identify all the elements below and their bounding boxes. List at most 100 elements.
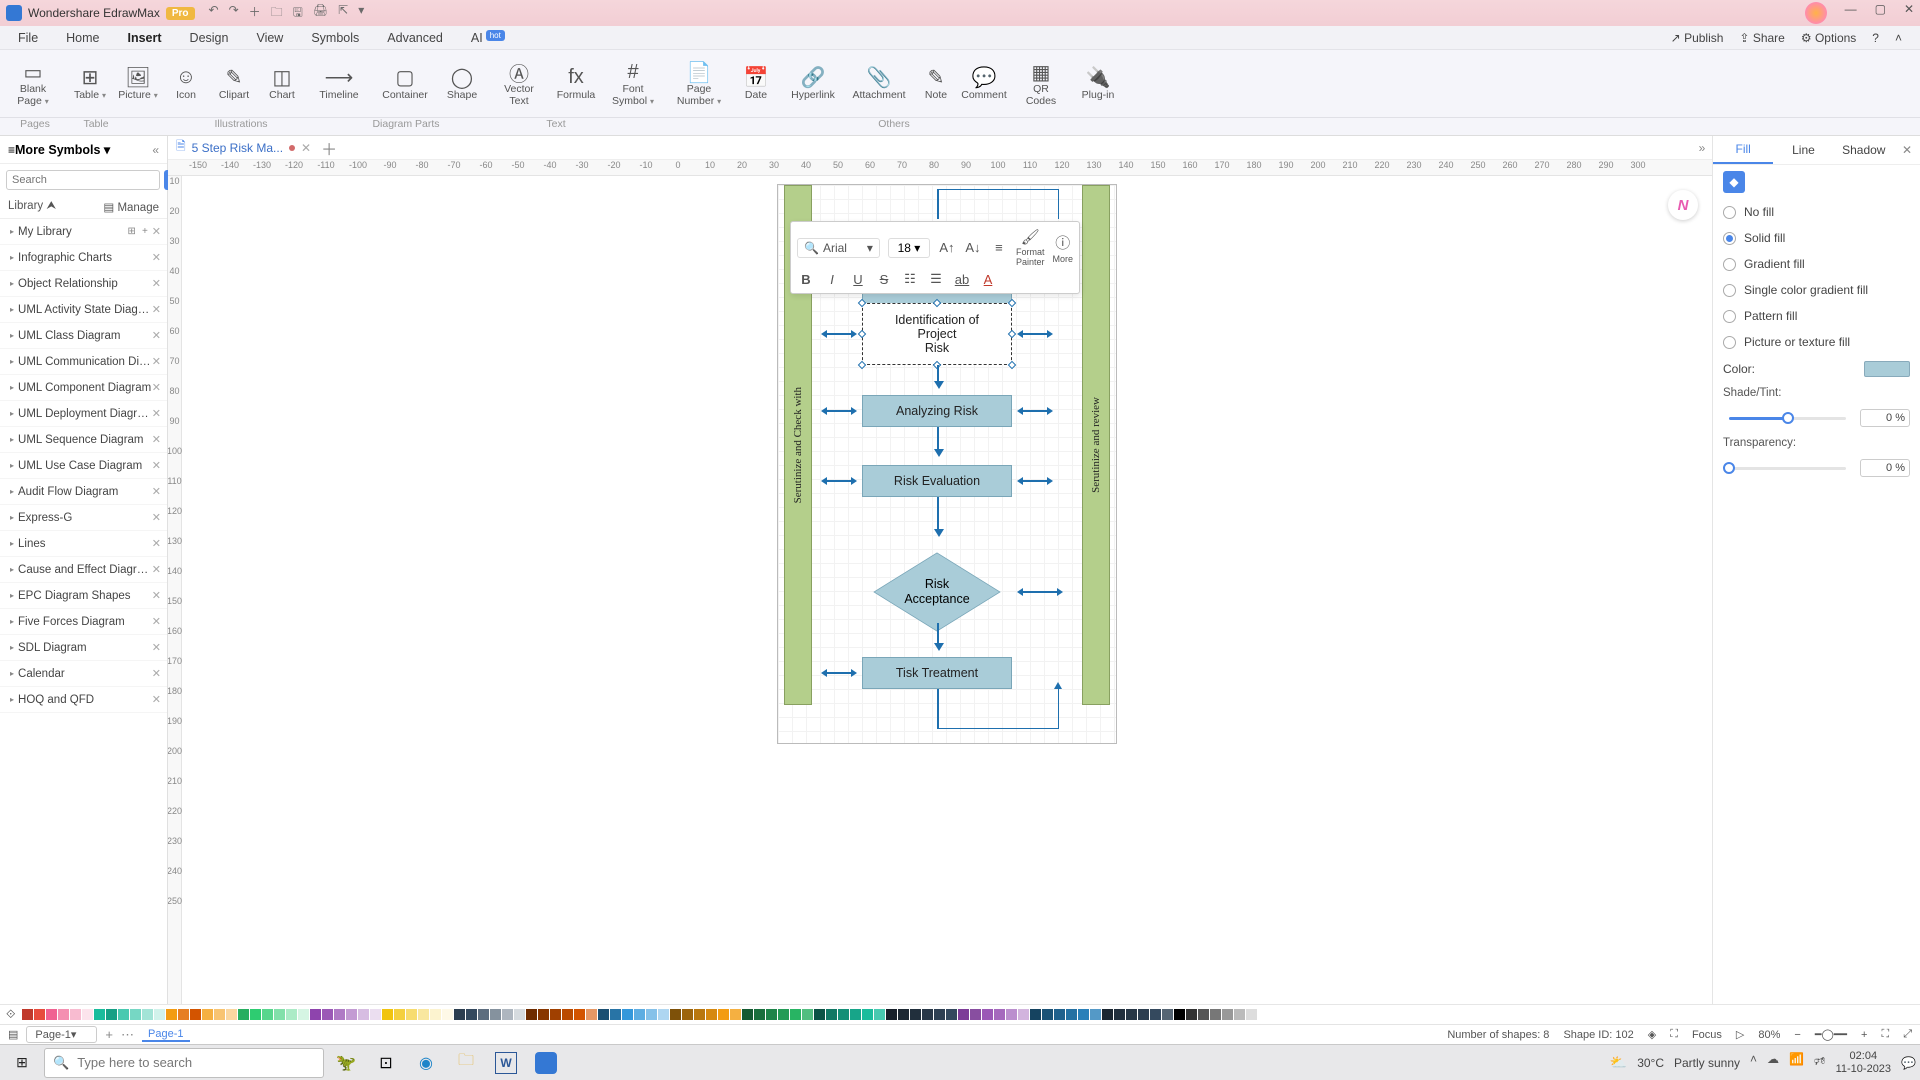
task-view-icon[interactable]: ⊡ xyxy=(368,1048,404,1078)
palette-swatch[interactable] xyxy=(526,1009,537,1020)
palette-swatch[interactable] xyxy=(106,1009,117,1020)
system-tray[interactable]: ˄ ☁ 📶 🕫 xyxy=(1750,1052,1826,1073)
redo-icon[interactable]: ↷ xyxy=(229,3,239,24)
palette-swatch[interactable] xyxy=(502,1009,513,1020)
palette-swatch[interactable] xyxy=(802,1009,813,1020)
symbol-category-row[interactable]: ▸SDL Diagram✕ xyxy=(0,635,167,661)
share-button[interactable]: ⇪ Share xyxy=(1739,31,1784,45)
category-close-icon[interactable]: ✕ xyxy=(152,511,161,524)
palette-swatch[interactable] xyxy=(934,1009,945,1020)
doc-tab-close-icon[interactable]: ✕ xyxy=(301,141,311,155)
menu-file[interactable]: File xyxy=(18,31,38,45)
palette-swatch[interactable] xyxy=(310,1009,321,1020)
palette-swatch[interactable] xyxy=(754,1009,765,1020)
palette-swatch[interactable] xyxy=(154,1009,165,1020)
palette-swatch[interactable] xyxy=(70,1009,81,1020)
ai-badge[interactable]: N xyxy=(1668,190,1698,220)
palette-swatch[interactable] xyxy=(514,1009,525,1020)
flow-box-evaluation[interactable]: Risk Evaluation xyxy=(862,465,1012,497)
palette-swatch[interactable] xyxy=(1006,1009,1017,1020)
fill-option-single-gradient[interactable]: Single color gradient fill xyxy=(1713,277,1920,303)
fit-page-icon[interactable]: ⛶ xyxy=(1881,1028,1889,1041)
palette-swatch[interactable] xyxy=(250,1009,261,1020)
palette-swatch[interactable] xyxy=(994,1009,1005,1020)
symbol-category-row[interactable]: ▸Express-G✕ xyxy=(0,505,167,531)
palette-swatch[interactable] xyxy=(262,1009,273,1020)
symbol-category-row[interactable]: ▸Cause and Effect Diagram✕ xyxy=(0,557,167,583)
format-painter-button[interactable]: 🖌Format Painter xyxy=(1016,228,1045,267)
palette-swatch[interactable] xyxy=(34,1009,45,1020)
publish-button[interactable]: ↗ Publish xyxy=(1671,31,1724,45)
font-size-select[interactable]: 18 ▾ xyxy=(888,238,930,258)
fit-icon[interactable]: ⛶ xyxy=(1670,1028,1678,1041)
menu-symbols[interactable]: Symbols xyxy=(311,31,359,45)
category-close-icon[interactable]: ✕ xyxy=(152,641,161,654)
mylib-add-icon[interactable]: + xyxy=(142,226,148,237)
symbol-category-row[interactable]: ▸Calendar✕ xyxy=(0,661,167,687)
notifications-icon[interactable]: 💬 xyxy=(1901,1056,1916,1070)
new-icon[interactable]: ＋ xyxy=(249,3,261,24)
transparency-slider[interactable] xyxy=(1729,467,1846,470)
palette-swatch[interactable] xyxy=(370,1009,381,1020)
symbol-category-row[interactable]: ▸Infographic Charts✕ xyxy=(0,245,167,271)
symbol-category-row[interactable]: ▸EPC Diagram Shapes✕ xyxy=(0,583,167,609)
palette-swatch[interactable] xyxy=(466,1009,477,1020)
palette-swatch[interactable] xyxy=(226,1009,237,1020)
add-page-button[interactable]: + xyxy=(105,1027,113,1042)
palette-swatch[interactable] xyxy=(766,1009,777,1020)
palette-swatch[interactable] xyxy=(274,1009,285,1020)
palette-swatch[interactable] xyxy=(730,1009,741,1020)
palette-swatch[interactable] xyxy=(718,1009,729,1020)
menu-view[interactable]: View xyxy=(256,31,283,45)
ribbon-hyperlink[interactable]: 🔗Hyperlink xyxy=(780,50,846,117)
palette-swatch[interactable] xyxy=(1234,1009,1245,1020)
collapse-ribbon-icon[interactable]: ˄ xyxy=(1895,31,1902,45)
palette-swatch[interactable] xyxy=(1078,1009,1089,1020)
fill-option-gradient[interactable]: Gradient fill xyxy=(1713,251,1920,277)
right-column[interactable]: Serutinize and review xyxy=(1082,185,1110,705)
underline-icon[interactable]: U xyxy=(849,272,867,287)
word-icon[interactable]: W xyxy=(488,1048,524,1078)
tab-shadow[interactable]: Shadow xyxy=(1834,137,1894,163)
symbol-category-row[interactable]: ▸HOQ and QFD✕ xyxy=(0,687,167,713)
palette-swatch[interactable] xyxy=(1222,1009,1233,1020)
transparency-value[interactable]: 0 % xyxy=(1860,459,1910,477)
layers-icon[interactable]: ◈ xyxy=(1648,1028,1656,1041)
palette-swatch[interactable] xyxy=(862,1009,873,1020)
bullet-list-icon[interactable]: ☰ xyxy=(927,271,945,287)
bold-icon[interactable]: B xyxy=(797,272,815,287)
palette-swatch[interactable] xyxy=(454,1009,465,1020)
ribbon-clipart[interactable]: ✎Clipart xyxy=(210,50,258,117)
library-link[interactable]: Library ⮝ xyxy=(8,200,56,214)
palette-swatch[interactable] xyxy=(874,1009,885,1020)
symbol-category-row[interactable]: ▸Five Forces Diagram✕ xyxy=(0,609,167,635)
mylib-close-icon[interactable]: ✕ xyxy=(152,225,161,238)
maximize-button[interactable]: ▢ xyxy=(1875,2,1886,24)
palette-swatch[interactable] xyxy=(658,1009,669,1020)
category-close-icon[interactable]: ✕ xyxy=(152,693,161,706)
onedrive-icon[interactable]: ☁ xyxy=(1767,1052,1779,1073)
category-close-icon[interactable]: ✕ xyxy=(152,667,161,680)
category-close-icon[interactable]: ✕ xyxy=(152,381,161,394)
palette-swatch[interactable] xyxy=(238,1009,249,1020)
edrawmax-taskbar-icon[interactable] xyxy=(528,1048,564,1078)
taskbar-thumbnail[interactable]: 🦖 xyxy=(328,1048,364,1078)
palette-swatch[interactable] xyxy=(1114,1009,1125,1020)
palette-swatch[interactable] xyxy=(646,1009,657,1020)
align-icon[interactable]: ≡ xyxy=(990,240,1008,255)
menu-design[interactable]: Design xyxy=(190,31,229,45)
palette-swatch[interactable] xyxy=(118,1009,129,1020)
palette-swatch[interactable] xyxy=(1066,1009,1077,1020)
palette-swatch[interactable] xyxy=(130,1009,141,1020)
palette-swatch[interactable] xyxy=(1150,1009,1161,1020)
panel-menu-icon[interactable]: ≡ xyxy=(8,143,15,157)
shade-slider[interactable] xyxy=(1729,417,1846,420)
font-color-icon[interactable]: A xyxy=(979,272,997,287)
palette-swatch[interactable] xyxy=(322,1009,333,1020)
shade-value[interactable]: 0 % xyxy=(1860,409,1910,427)
symbol-category-row[interactable]: ▸UML Use Case Diagram✕ xyxy=(0,453,167,479)
symbol-category-row[interactable]: ▸Audit Flow Diagram✕ xyxy=(0,479,167,505)
palette-swatch[interactable] xyxy=(742,1009,753,1020)
palette-swatch[interactable] xyxy=(430,1009,441,1020)
ribbon-plug-in[interactable]: 🔌Plug-in xyxy=(1074,50,1122,117)
